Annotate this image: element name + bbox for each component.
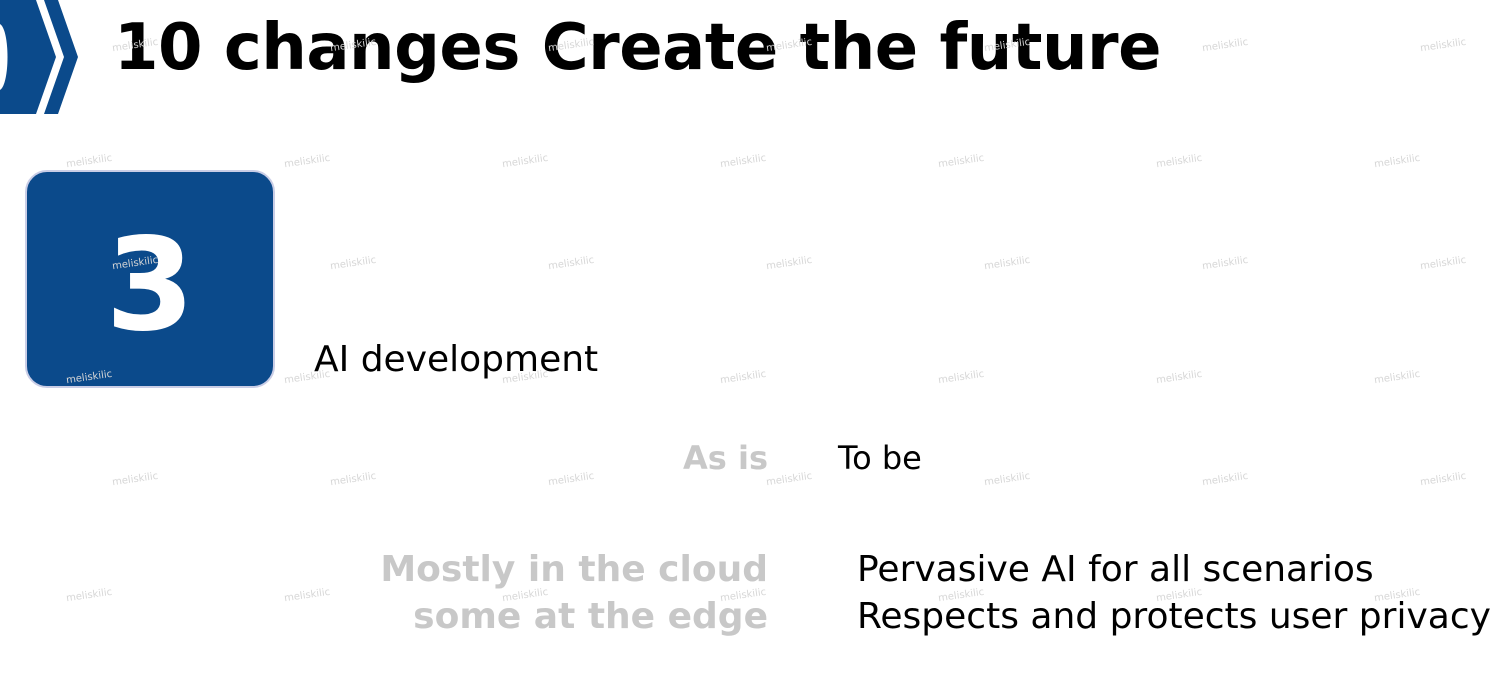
watermark: meliskilic xyxy=(1155,368,1203,387)
watermark: meliskilic xyxy=(547,254,595,273)
watermark: meliskilic xyxy=(111,470,159,489)
watermark: meliskilic xyxy=(329,254,377,273)
watermark: meliskilic xyxy=(1373,368,1421,387)
to-be-header: To be xyxy=(838,439,922,477)
watermark: meliskilic xyxy=(501,152,549,171)
watermark: meliskilic xyxy=(1419,36,1467,55)
watermark: meliskilic xyxy=(765,470,813,489)
as-is-line-2: some at the edge xyxy=(413,596,768,637)
watermark: meliskilic xyxy=(65,152,113,171)
watermark: meliskilic xyxy=(983,254,1031,273)
watermark: meliskilic xyxy=(547,470,595,489)
watermark: meliskilic xyxy=(983,470,1031,489)
watermark: meliskilic xyxy=(937,152,985,171)
as-is-line-1: Mostly in the cloud xyxy=(380,549,768,590)
watermark: meliskilic xyxy=(65,586,113,605)
watermark: meliskilic xyxy=(1373,152,1421,171)
watermark: meliskilic xyxy=(1201,470,1249,489)
to-be-description: Pervasive AI for all scenarios Respects … xyxy=(857,546,1491,640)
number-badge: 3 xyxy=(25,170,275,388)
watermark: meliskilic xyxy=(1419,254,1467,273)
number-badge-label: 3 xyxy=(105,211,195,360)
watermark: meliskilic xyxy=(329,470,377,489)
watermark: meliskilic xyxy=(1419,470,1467,489)
watermark: meliskilic xyxy=(937,368,985,387)
as-is-description: Mostly in the cloud some at the edge xyxy=(380,546,768,640)
watermark: meliskilic xyxy=(283,152,331,171)
as-is-header: As is xyxy=(683,439,768,477)
watermark: meliskilic xyxy=(1201,254,1249,273)
page-title: 10 changes Create the future xyxy=(114,11,1161,85)
watermark: meliskilic xyxy=(1155,152,1203,171)
watermark: meliskilic xyxy=(719,368,767,387)
chevron-arrow-icon xyxy=(0,0,78,114)
watermark: meliskilic xyxy=(1201,36,1249,55)
to-be-line-1: Pervasive AI for all scenarios xyxy=(857,549,1374,590)
watermark: meliskilic xyxy=(765,254,813,273)
to-be-line-2: Respects and protects user privacy xyxy=(857,596,1491,637)
watermark: meliskilic xyxy=(719,152,767,171)
section-heading: AI development xyxy=(314,339,599,380)
watermark: meliskilic xyxy=(283,586,331,605)
